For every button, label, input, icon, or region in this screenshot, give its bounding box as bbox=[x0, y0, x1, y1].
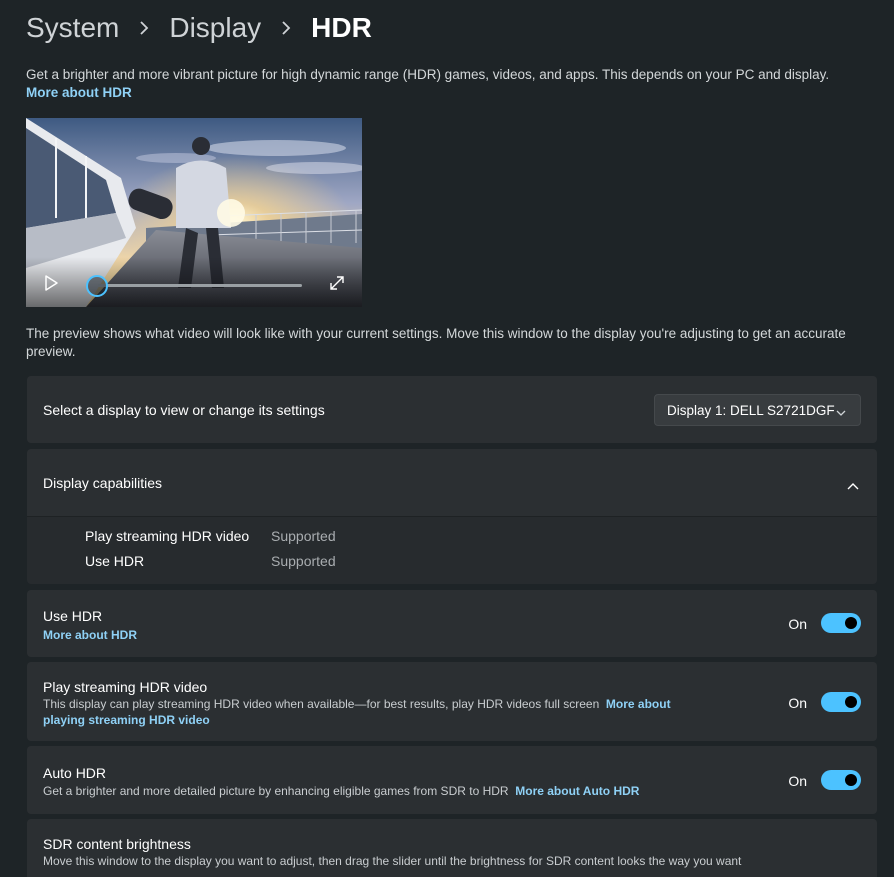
toggle-knob bbox=[845, 617, 857, 629]
auto-hdr-toggle[interactable] bbox=[821, 770, 861, 790]
fullscreen-icon[interactable] bbox=[328, 274, 346, 292]
sdr-brightness-description: Move this window to the display you want… bbox=[43, 854, 742, 868]
breadcrumb: System Display HDR bbox=[26, 8, 372, 48]
capability-value: Supported bbox=[271, 553, 336, 569]
auto-hdr-card: Auto HDR Get a brighter and more detaile… bbox=[27, 746, 877, 814]
streaming-hdr-state: On bbox=[788, 695, 807, 711]
chevron-up-icon[interactable] bbox=[847, 477, 859, 495]
streaming-hdr-title: Play streaming HDR video bbox=[43, 679, 208, 695]
auto-hdr-state: On bbox=[788, 773, 807, 789]
intro-text-block: Get a brighter and more vibrant picture … bbox=[26, 66, 876, 102]
display-select-dropdown[interactable]: Display 1: DELL S2721DGF bbox=[654, 394, 861, 426]
play-icon[interactable] bbox=[42, 274, 60, 292]
use-hdr-card: Use HDR More about HDR On bbox=[27, 590, 877, 657]
select-display-card: Select a display to view or change its s… bbox=[27, 376, 877, 443]
hdr-video-preview[interactable] bbox=[26, 118, 362, 307]
capability-value: Supported bbox=[271, 528, 336, 544]
display-select-value: Display 1: DELL S2721DGF bbox=[667, 402, 835, 418]
page-title: HDR bbox=[311, 12, 372, 43]
streaming-hdr-desc-block: This display can play streaming HDR vide… bbox=[43, 696, 693, 728]
capability-name: Use HDR bbox=[85, 553, 145, 569]
capability-name: Play streaming HDR video bbox=[85, 528, 250, 544]
breadcrumb-system[interactable]: System bbox=[26, 12, 119, 44]
streaming-hdr-description: This display can play streaming HDR vide… bbox=[43, 697, 600, 711]
auto-hdr-desc-block: Get a brighter and more detailed picture… bbox=[43, 783, 743, 799]
sdr-brightness-title: SDR content brightness bbox=[43, 836, 191, 852]
auto-hdr-description: Get a brighter and more detailed picture… bbox=[43, 784, 509, 798]
intro-description: Get a brighter and more vibrant picture … bbox=[26, 67, 830, 82]
select-display-label: Select a display to view or change its s… bbox=[43, 402, 325, 418]
use-hdr-toggle[interactable] bbox=[821, 613, 861, 633]
use-hdr-more-link[interactable]: More about HDR bbox=[43, 628, 137, 642]
display-capabilities-header[interactable]: Display capabilities bbox=[27, 449, 877, 516]
chevron-right-icon bbox=[139, 20, 149, 36]
toggle-knob bbox=[845, 696, 857, 708]
more-about-hdr-link[interactable]: More about HDR bbox=[26, 84, 876, 102]
video-seek-thumb[interactable] bbox=[86, 275, 108, 297]
streaming-hdr-card: Play streaming HDR video This display ca… bbox=[27, 662, 877, 741]
video-seek-bar[interactable] bbox=[98, 284, 302, 287]
toggle-knob bbox=[845, 774, 857, 786]
auto-hdr-more-link[interactable]: More about Auto HDR bbox=[515, 784, 639, 798]
auto-hdr-title: Auto HDR bbox=[43, 765, 107, 781]
sdr-brightness-card: SDR content brightness Move this window … bbox=[27, 819, 877, 877]
streaming-hdr-toggle[interactable] bbox=[821, 692, 861, 712]
use-hdr-state: On bbox=[788, 616, 807, 632]
display-capabilities-body: Play streaming HDR video Supported Use H… bbox=[27, 516, 877, 584]
breadcrumb-display[interactable]: Display bbox=[169, 12, 261, 44]
preview-note: The preview shows what video will look l… bbox=[26, 326, 846, 359]
use-hdr-title: Use HDR bbox=[43, 608, 103, 624]
video-controls-overlay bbox=[26, 257, 362, 307]
chevron-down-icon bbox=[836, 405, 846, 420]
chevron-right-icon bbox=[281, 20, 291, 36]
display-capabilities-title: Display capabilities bbox=[43, 475, 163, 491]
